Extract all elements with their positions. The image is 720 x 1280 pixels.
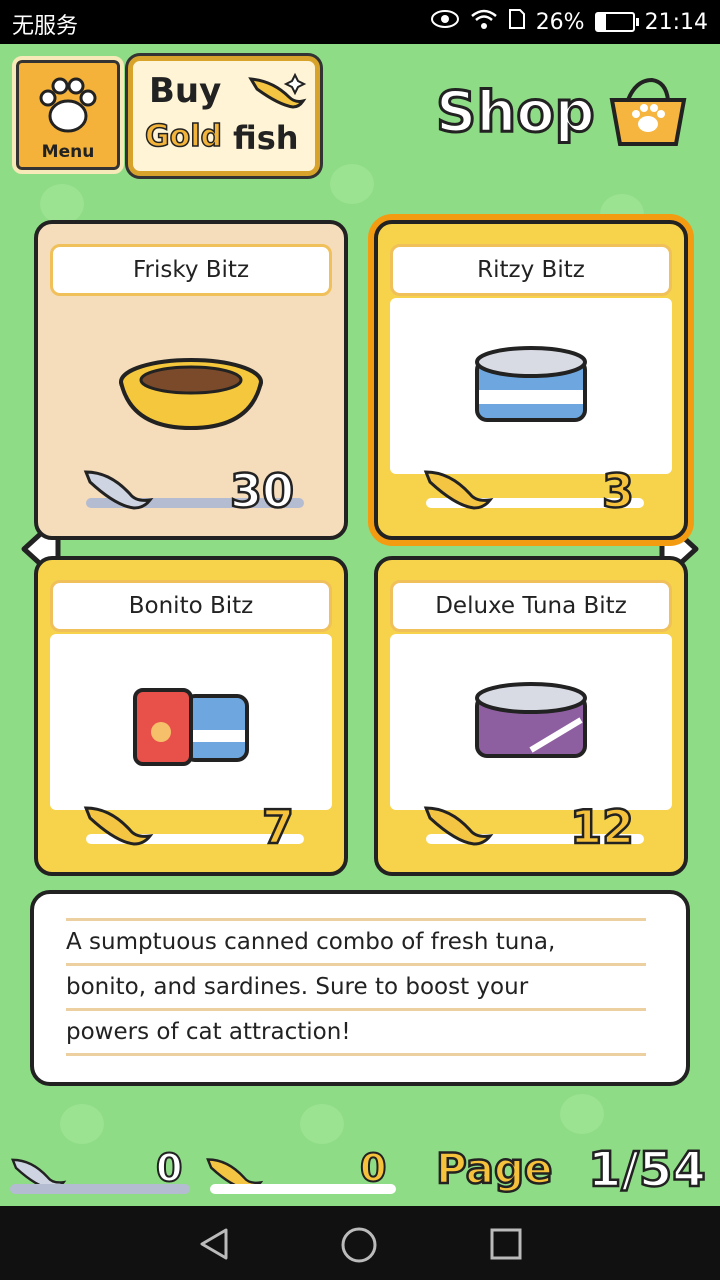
- item-name: Deluxe Tuna Bitz: [390, 580, 672, 632]
- food-bowl-icon: [119, 358, 263, 431]
- item-card-bonito-bitz[interactable]: Bonito Bitz 7: [34, 556, 348, 876]
- silver-fish-count: 0: [155, 1145, 183, 1191]
- buy-label: Buy: [149, 71, 222, 111]
- item-name: Ritzy Bitz: [390, 244, 672, 296]
- ritzy-can-icon: [475, 346, 587, 422]
- item-price: 12: [569, 799, 636, 856]
- paw-pattern-icon: [300, 1104, 344, 1144]
- item-card-frisky-bitz[interactable]: Frisky Bitz 30: [34, 220, 348, 540]
- fish-label: fish: [233, 119, 299, 157]
- item-price: 7: [261, 799, 296, 856]
- menu-label: Menu: [41, 142, 95, 162]
- paw-pattern-icon: [560, 1094, 604, 1134]
- item-name: Bonito Bitz: [50, 580, 332, 632]
- description-line: bonito, and sardines. Sure to boost your: [66, 963, 646, 1008]
- wifi-icon: [470, 8, 498, 36]
- buy-goldfish-button[interactable]: Buy Gold fish: [128, 56, 320, 176]
- clock: 21:14: [644, 9, 708, 35]
- gold-fish-icon: [248, 72, 307, 109]
- paw-pattern-icon: [40, 184, 84, 224]
- description-line: powers of cat attraction!: [66, 1008, 646, 1056]
- battery-percent: 26%: [535, 9, 585, 35]
- page-title: Shop: [435, 79, 597, 147]
- sim-icon: [508, 8, 526, 36]
- page-label: Page: [435, 1143, 554, 1195]
- page-number: 1/54: [587, 1141, 707, 1200]
- gold-fish-icon: [83, 806, 154, 846]
- paw-pattern-icon: [330, 164, 374, 204]
- item-name: Frisky Bitz: [50, 244, 332, 296]
- eye-icon: [430, 9, 460, 35]
- item-card-ritzy-bitz[interactable]: Ritzy Bitz 3: [374, 220, 688, 540]
- status-right: 26% 21:14: [430, 8, 708, 36]
- status-bar: 无服务 26% 21:14: [0, 0, 720, 44]
- back-icon[interactable]: [196, 1226, 232, 1262]
- home-icon[interactable]: [340, 1226, 378, 1264]
- carrier-text: 无服务: [12, 14, 79, 39]
- navigation-bar: [0, 1206, 720, 1280]
- shop-screen: Menu Buy Gold fish Shop Frisky Bitz 30 R…: [0, 44, 720, 1206]
- gold-fish-icon: [423, 806, 494, 846]
- gold-label: Gold: [144, 118, 223, 155]
- deluxe-tuna-can-icon: [475, 682, 587, 758]
- battery-icon: [594, 12, 639, 32]
- item-card-deluxe-tuna-bitz[interactable]: Deluxe Tuna Bitz 12: [374, 556, 688, 876]
- recents-icon[interactable]: [488, 1226, 524, 1262]
- silver-fish-icon: [83, 470, 154, 510]
- gold-fish-icon: [423, 470, 494, 510]
- menu-button[interactable]: Menu: [12, 56, 124, 174]
- item-description-panel: A sumptuous canned combo of fresh tuna, …: [30, 890, 690, 1086]
- gold-fish-count: 0: [359, 1145, 387, 1191]
- item-price: 30: [229, 463, 296, 520]
- shop-basket-icon: [609, 77, 687, 146]
- paw-icon: [39, 77, 97, 133]
- item-price: 3: [601, 463, 636, 520]
- paw-pattern-icon: [60, 1104, 104, 1144]
- bonito-can-icon: [133, 688, 249, 766]
- description-line: A sumptuous canned combo of fresh tuna,: [66, 918, 646, 963]
